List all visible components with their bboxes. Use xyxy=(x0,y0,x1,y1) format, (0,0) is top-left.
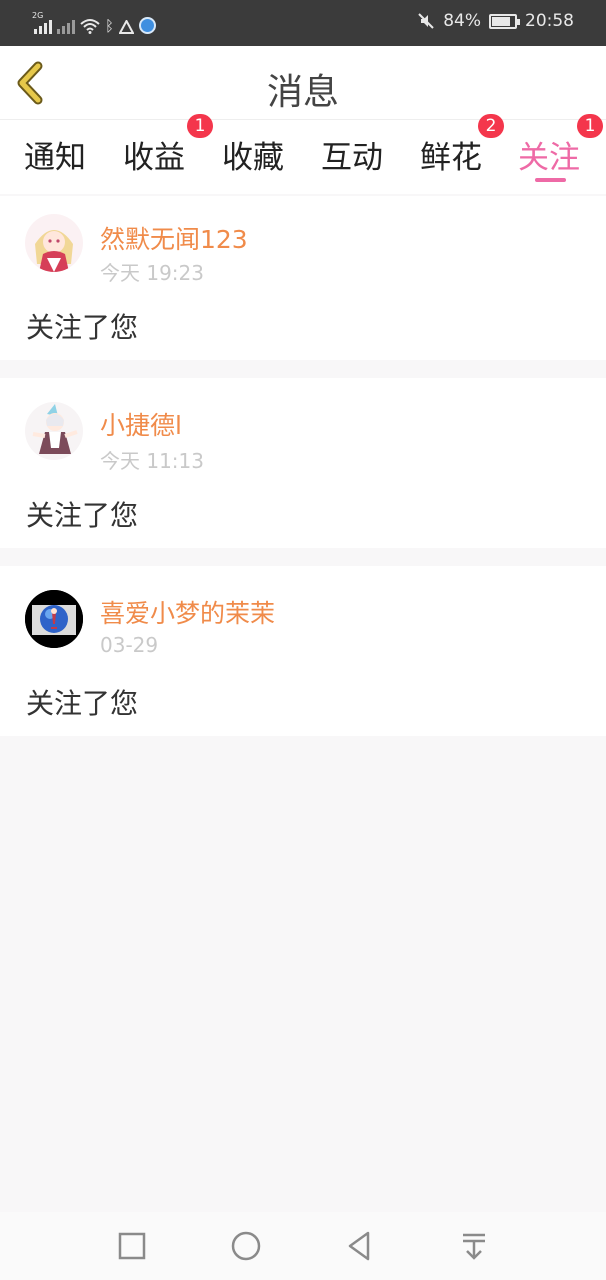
message-text: 关注了您 xyxy=(26,687,139,720)
app-header: 消息 xyxy=(0,46,606,120)
tab-flowers[interactable]: 鲜花 xyxy=(420,132,482,177)
username[interactable]: 小捷德l xyxy=(100,406,182,442)
tab-flowers-badge: 2 xyxy=(478,114,504,138)
signal-off-icon xyxy=(57,18,75,34)
recent-apps-icon[interactable] xyxy=(116,1230,148,1262)
tab-earnings-badge: 1 xyxy=(187,114,213,138)
message-text: 关注了您 xyxy=(26,311,139,344)
tab-follows[interactable]: 关注 xyxy=(518,132,580,177)
timestamp: 今天 19:23 xyxy=(100,261,204,285)
list-item[interactable]: 小捷德l 今天 11:13 关注了您 xyxy=(0,378,606,548)
alert-icon xyxy=(119,20,135,34)
app-notification-icon xyxy=(139,17,157,34)
timestamp: 03-29 xyxy=(100,633,159,657)
avatar[interactable] xyxy=(25,402,83,460)
username[interactable]: 喜爱小梦的茉茉 xyxy=(100,594,275,630)
tab-bar: 通知 收益 1 收藏 互动 鲜花 2 关注 1 xyxy=(0,114,606,194)
wifi-icon xyxy=(80,19,100,34)
timestamp: 今天 11:13 xyxy=(100,449,204,473)
notification-drawer-icon[interactable] xyxy=(458,1230,490,1262)
signal-icon: 2G xyxy=(32,11,52,34)
status-time: 20:58 xyxy=(525,11,574,31)
list-item[interactable]: 然默无闻123 今天 19:23 关注了您 xyxy=(0,196,606,360)
back-icon[interactable] xyxy=(344,1230,376,1262)
home-icon[interactable] xyxy=(230,1230,262,1262)
tab-favorites[interactable]: 收藏 xyxy=(222,132,284,177)
list-item[interactable]: 喜爱小梦的茉茉 03-29 关注了您 xyxy=(0,566,606,736)
battery-percent: 84% xyxy=(443,11,481,31)
avatar[interactable] xyxy=(25,590,83,648)
tab-notice[interactable]: 通知 xyxy=(24,132,86,177)
page-title: 消息 xyxy=(266,72,339,113)
active-tab-indicator xyxy=(535,178,566,182)
battery-icon xyxy=(489,13,520,29)
status-bar: 2G ᛒ 84% 20:58 xyxy=(0,0,606,46)
avatar[interactable] xyxy=(25,214,83,272)
mute-icon xyxy=(418,13,434,29)
tab-follows-badge: 1 xyxy=(577,114,603,138)
message-text: 关注了您 xyxy=(26,499,139,532)
system-nav-bar xyxy=(0,1212,606,1280)
username[interactable]: 然默无闻123 xyxy=(100,220,248,256)
tab-interactions[interactable]: 互动 xyxy=(321,132,383,177)
bluetooth-icon: ᛒ xyxy=(105,17,115,35)
network-tag: 2G xyxy=(32,11,44,20)
tab-earnings[interactable]: 收益 xyxy=(123,132,185,177)
